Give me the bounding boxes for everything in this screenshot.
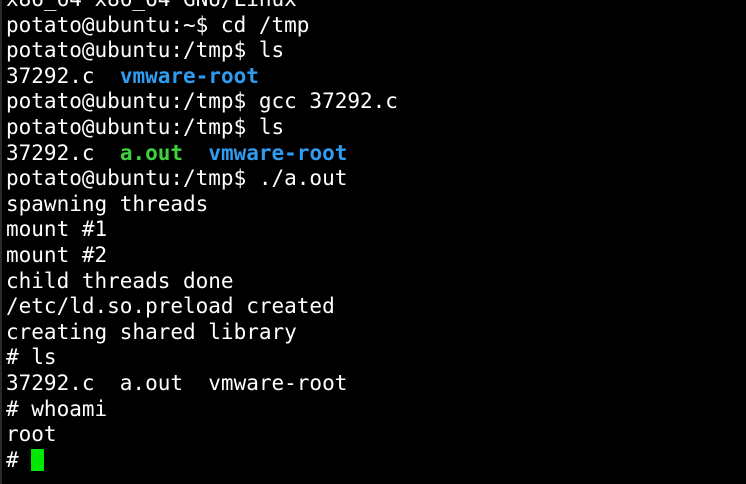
- terminal-window[interactable]: x86_64 x86_64 GNU/Linux potato@ubuntu:~$…: [0, 0, 746, 484]
- command-line: potato@ubuntu:/tmp$ ./a.out: [6, 166, 348, 191]
- output-line: spawning threads: [6, 191, 209, 216]
- output-line: creating shared library: [6, 319, 297, 344]
- directory-entry: vmware-root: [208, 140, 348, 165]
- output-line: 37292.c a.out vmware-root: [6, 370, 348, 395]
- prompt-line[interactable]: #: [6, 448, 398, 474]
- directory-entry: vmware-root: [119, 63, 259, 88]
- root-prompt: #: [6, 447, 32, 472]
- output-line: x86_64 x86_64 GNU/Linux: [6, 0, 398, 13]
- output-line: root: [6, 422, 57, 447]
- root-command-line: # ls: [6, 345, 57, 370]
- output-line: child threads done: [6, 268, 234, 293]
- command-line: potato@ubuntu:~$ cd /tmp: [6, 12, 310, 37]
- executable-entry: a.out: [119, 140, 184, 165]
- ls-output-line: 37292.c vmware-root: [6, 64, 398, 90]
- output-line: mount #1: [6, 217, 108, 242]
- terminal-output: x86_64 x86_64 GNU/Linux potato@ubuntu:~$…: [6, 0, 398, 473]
- command-line: potato@ubuntu:/tmp$ ls: [6, 114, 285, 139]
- ls-output-line: 37292.c a.out vmware-root: [6, 141, 398, 167]
- file-entry: 37292.c: [6, 63, 95, 88]
- output-line: /etc/ld.so.preload created: [6, 294, 335, 319]
- text-cursor[interactable]: [31, 448, 45, 471]
- window-edge: [0, 0, 2, 484]
- command-line: potato@ubuntu:/tmp$ ls: [6, 38, 285, 63]
- command-line: potato@ubuntu:/tmp$ gcc 37292.c: [6, 89, 398, 114]
- file-entry: 37292.c: [6, 140, 95, 165]
- output-line: mount #2: [6, 242, 108, 267]
- root-command-line: # whoami: [6, 396, 108, 421]
